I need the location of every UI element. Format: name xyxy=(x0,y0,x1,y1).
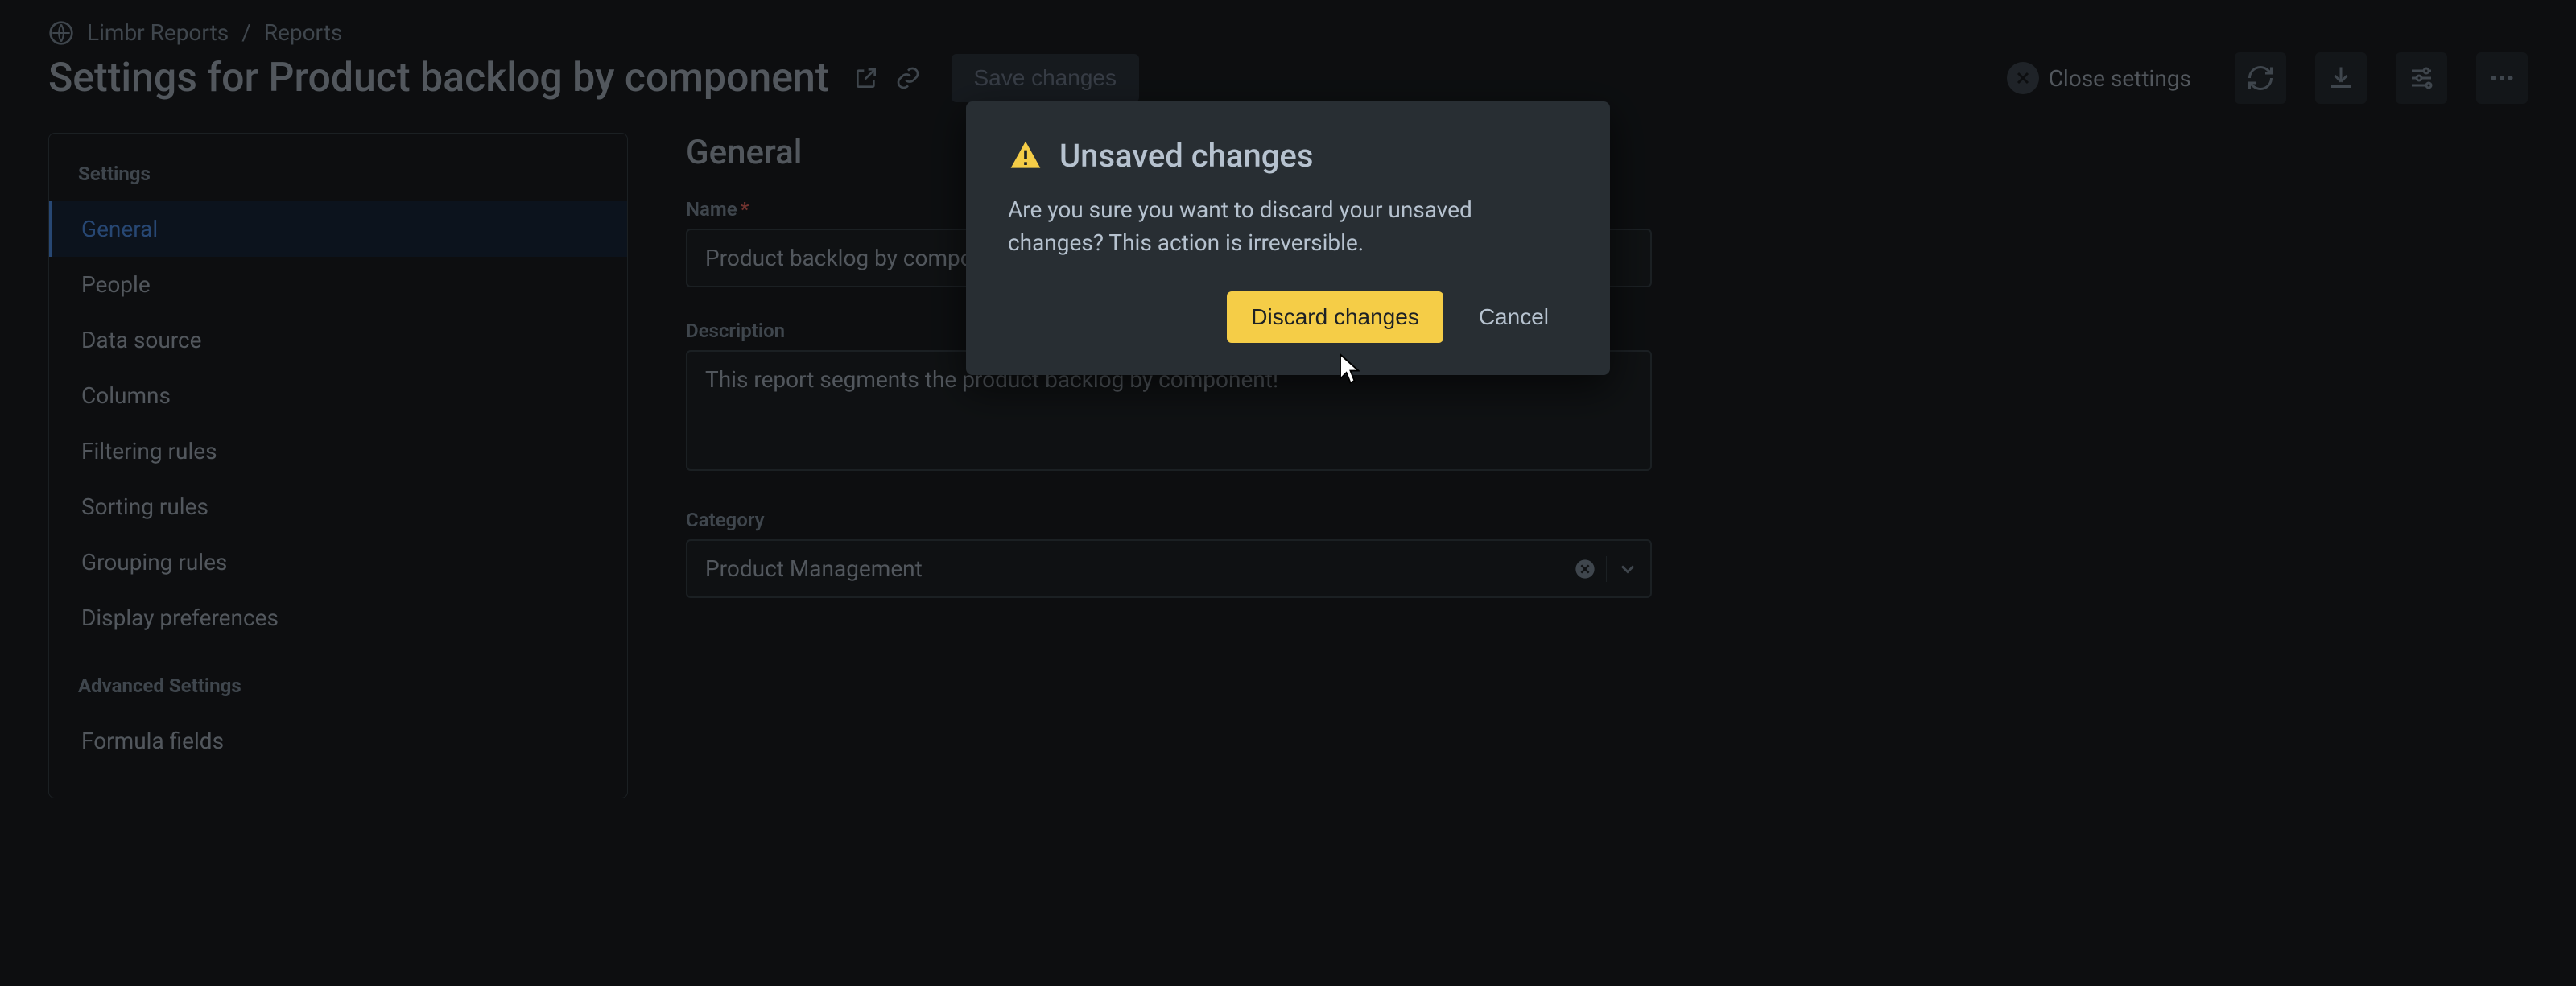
warning-icon xyxy=(1008,138,1043,174)
modal-actions: Discard changes Cancel xyxy=(1008,291,1568,343)
modal-header: Unsaved changes xyxy=(1008,137,1568,175)
unsaved-changes-modal: Unsaved changes Are you sure you want to… xyxy=(966,101,1610,375)
modal-title: Unsaved changes xyxy=(1059,137,1313,175)
modal-body-text: Are you sure you want to discard your un… xyxy=(1008,194,1568,259)
modal-overlay: Unsaved changes Are you sure you want to… xyxy=(0,0,2576,986)
discard-button[interactable]: Discard changes xyxy=(1227,291,1443,343)
cancel-button[interactable]: Cancel xyxy=(1459,291,1568,343)
